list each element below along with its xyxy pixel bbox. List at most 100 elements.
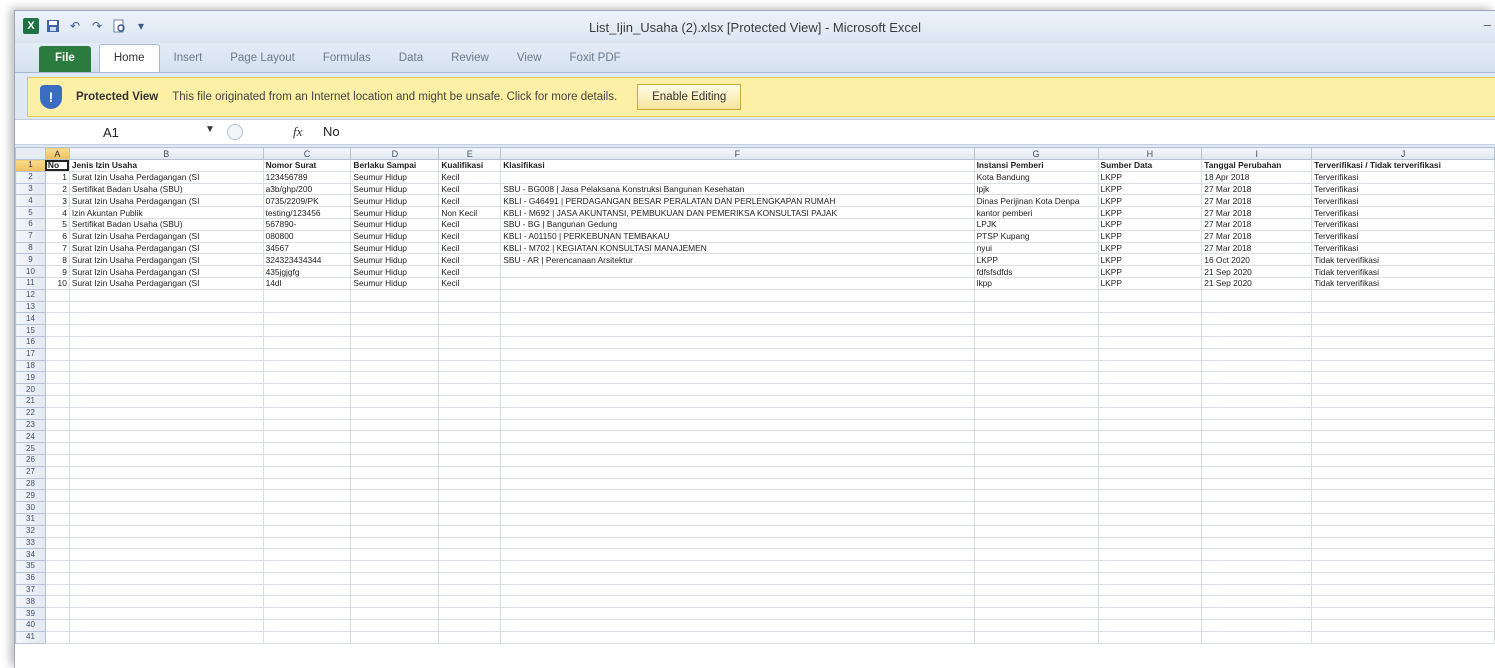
cell[interactable]: Surat Izin Usaha Perdagangan (SI	[68, 276, 264, 290]
row-header[interactable]: 25	[15, 442, 46, 455]
cell[interactable]	[262, 489, 352, 503]
cell[interactable]: Kecil	[438, 276, 502, 290]
cell[interactable]	[1311, 406, 1495, 420]
cell[interactable]: Tidak terverifikasi	[1311, 276, 1495, 290]
cell[interactable]	[350, 619, 440, 632]
row-header[interactable]: 26	[15, 453, 46, 467]
cell[interactable]	[350, 359, 440, 373]
cell[interactable]	[973, 347, 1099, 361]
cell[interactable]	[350, 324, 440, 337]
cell[interactable]	[262, 595, 352, 609]
tab-view[interactable]: View	[503, 46, 556, 72]
row-header[interactable]: 3	[15, 182, 46, 196]
cell[interactable]	[500, 335, 975, 349]
cell[interactable]	[350, 536, 440, 550]
row-header[interactable]: 15	[15, 324, 46, 337]
cell[interactable]	[1201, 453, 1313, 467]
cell[interactable]	[438, 524, 502, 538]
cell[interactable]	[1097, 607, 1203, 621]
cell[interactable]: LKPP	[1097, 241, 1203, 255]
row-header[interactable]: 19	[15, 371, 46, 385]
tab-data[interactable]: Data	[385, 46, 437, 72]
cell[interactable]	[44, 406, 70, 420]
cell[interactable]: Terverifikasi	[1311, 182, 1495, 196]
cell[interactable]	[438, 571, 502, 585]
cell[interactable]	[262, 571, 352, 585]
cell[interactable]: Seumur Hidup	[350, 217, 440, 231]
cell[interactable]	[1097, 465, 1203, 479]
cell[interactable]	[68, 512, 264, 526]
row-header[interactable]: 31	[15, 512, 46, 526]
cell[interactable]: LKPP	[973, 253, 1099, 267]
cell[interactable]	[973, 607, 1099, 621]
cell[interactable]	[1097, 501, 1203, 514]
cell[interactable]	[1097, 442, 1203, 455]
cell[interactable]: 21 Sep 2020	[1201, 265, 1313, 278]
cell[interactable]	[1311, 607, 1495, 621]
cell[interactable]	[1311, 465, 1495, 479]
cell[interactable]	[44, 359, 70, 373]
cell[interactable]	[1311, 477, 1495, 491]
row-header[interactable]: 8	[15, 241, 46, 255]
cell[interactable]	[350, 583, 440, 597]
cell[interactable]: LKPP	[1097, 194, 1203, 208]
cell[interactable]	[438, 442, 502, 455]
cell[interactable]	[68, 335, 264, 349]
cell[interactable]	[262, 288, 352, 302]
cell[interactable]	[438, 359, 502, 373]
cell[interactable]	[438, 501, 502, 514]
cell[interactable]: Non Kecil	[438, 206, 502, 219]
cell[interactable]	[350, 394, 440, 408]
cell[interactable]	[68, 371, 264, 385]
minimize-button[interactable]: –	[1484, 17, 1491, 32]
cell[interactable]: lkpp	[973, 276, 1099, 290]
cell[interactable]	[350, 571, 440, 585]
cell[interactable]	[500, 406, 975, 420]
cell[interactable]: 324323434344	[262, 253, 352, 267]
cell[interactable]: KBLI - A01150 | PERKEBUNAN TEMBAKAU	[500, 229, 975, 243]
cell[interactable]	[438, 512, 502, 526]
cell[interactable]	[68, 406, 264, 420]
cell[interactable]	[1097, 406, 1203, 420]
cell[interactable]	[44, 312, 70, 326]
cell[interactable]	[44, 371, 70, 385]
cell[interactable]	[1311, 489, 1495, 503]
cell[interactable]: PTSP Kupang	[973, 229, 1099, 243]
cell[interactable]: LKPP	[1097, 276, 1203, 290]
cell[interactable]	[1097, 288, 1203, 302]
cell[interactable]	[1097, 394, 1203, 408]
row-header[interactable]: 22	[15, 406, 46, 420]
cell[interactable]	[438, 489, 502, 503]
cell[interactable]: Terverifikasi	[1311, 217, 1495, 231]
cell[interactable]	[1311, 312, 1495, 326]
row-header[interactable]: 36	[15, 571, 46, 585]
cell[interactable]	[1311, 595, 1495, 609]
cell[interactable]: SBU - BG | Bangunan Gedung	[500, 217, 975, 231]
row-header[interactable]: 20	[15, 383, 46, 396]
cell[interactable]	[500, 359, 975, 373]
cell[interactable]: 3	[44, 194, 70, 208]
cell[interactable]	[1311, 442, 1495, 455]
cell[interactable]: 6	[44, 229, 70, 243]
cell[interactable]	[1097, 512, 1203, 526]
cell[interactable]	[1097, 477, 1203, 491]
cell[interactable]	[44, 607, 70, 621]
cell[interactable]	[973, 383, 1099, 396]
cell[interactable]	[1097, 347, 1203, 361]
cell[interactable]	[262, 619, 352, 632]
cell[interactable]	[44, 489, 70, 503]
cell[interactable]	[262, 548, 352, 562]
cell[interactable]	[500, 265, 975, 278]
formula-cancel-icon[interactable]	[227, 124, 243, 140]
cell[interactable]: 7	[44, 241, 70, 255]
cell[interactable]	[500, 477, 975, 491]
cell[interactable]	[500, 453, 975, 467]
cell[interactable]	[1097, 595, 1203, 609]
cell[interactable]	[68, 607, 264, 621]
cell[interactable]	[350, 406, 440, 420]
cell[interactable]: Surat Izin Usaha Perdagangan (SI	[68, 170, 264, 184]
cell[interactable]	[1097, 371, 1203, 385]
cell[interactable]	[350, 300, 440, 314]
cell[interactable]	[1097, 536, 1203, 550]
cell[interactable]	[1097, 430, 1203, 444]
